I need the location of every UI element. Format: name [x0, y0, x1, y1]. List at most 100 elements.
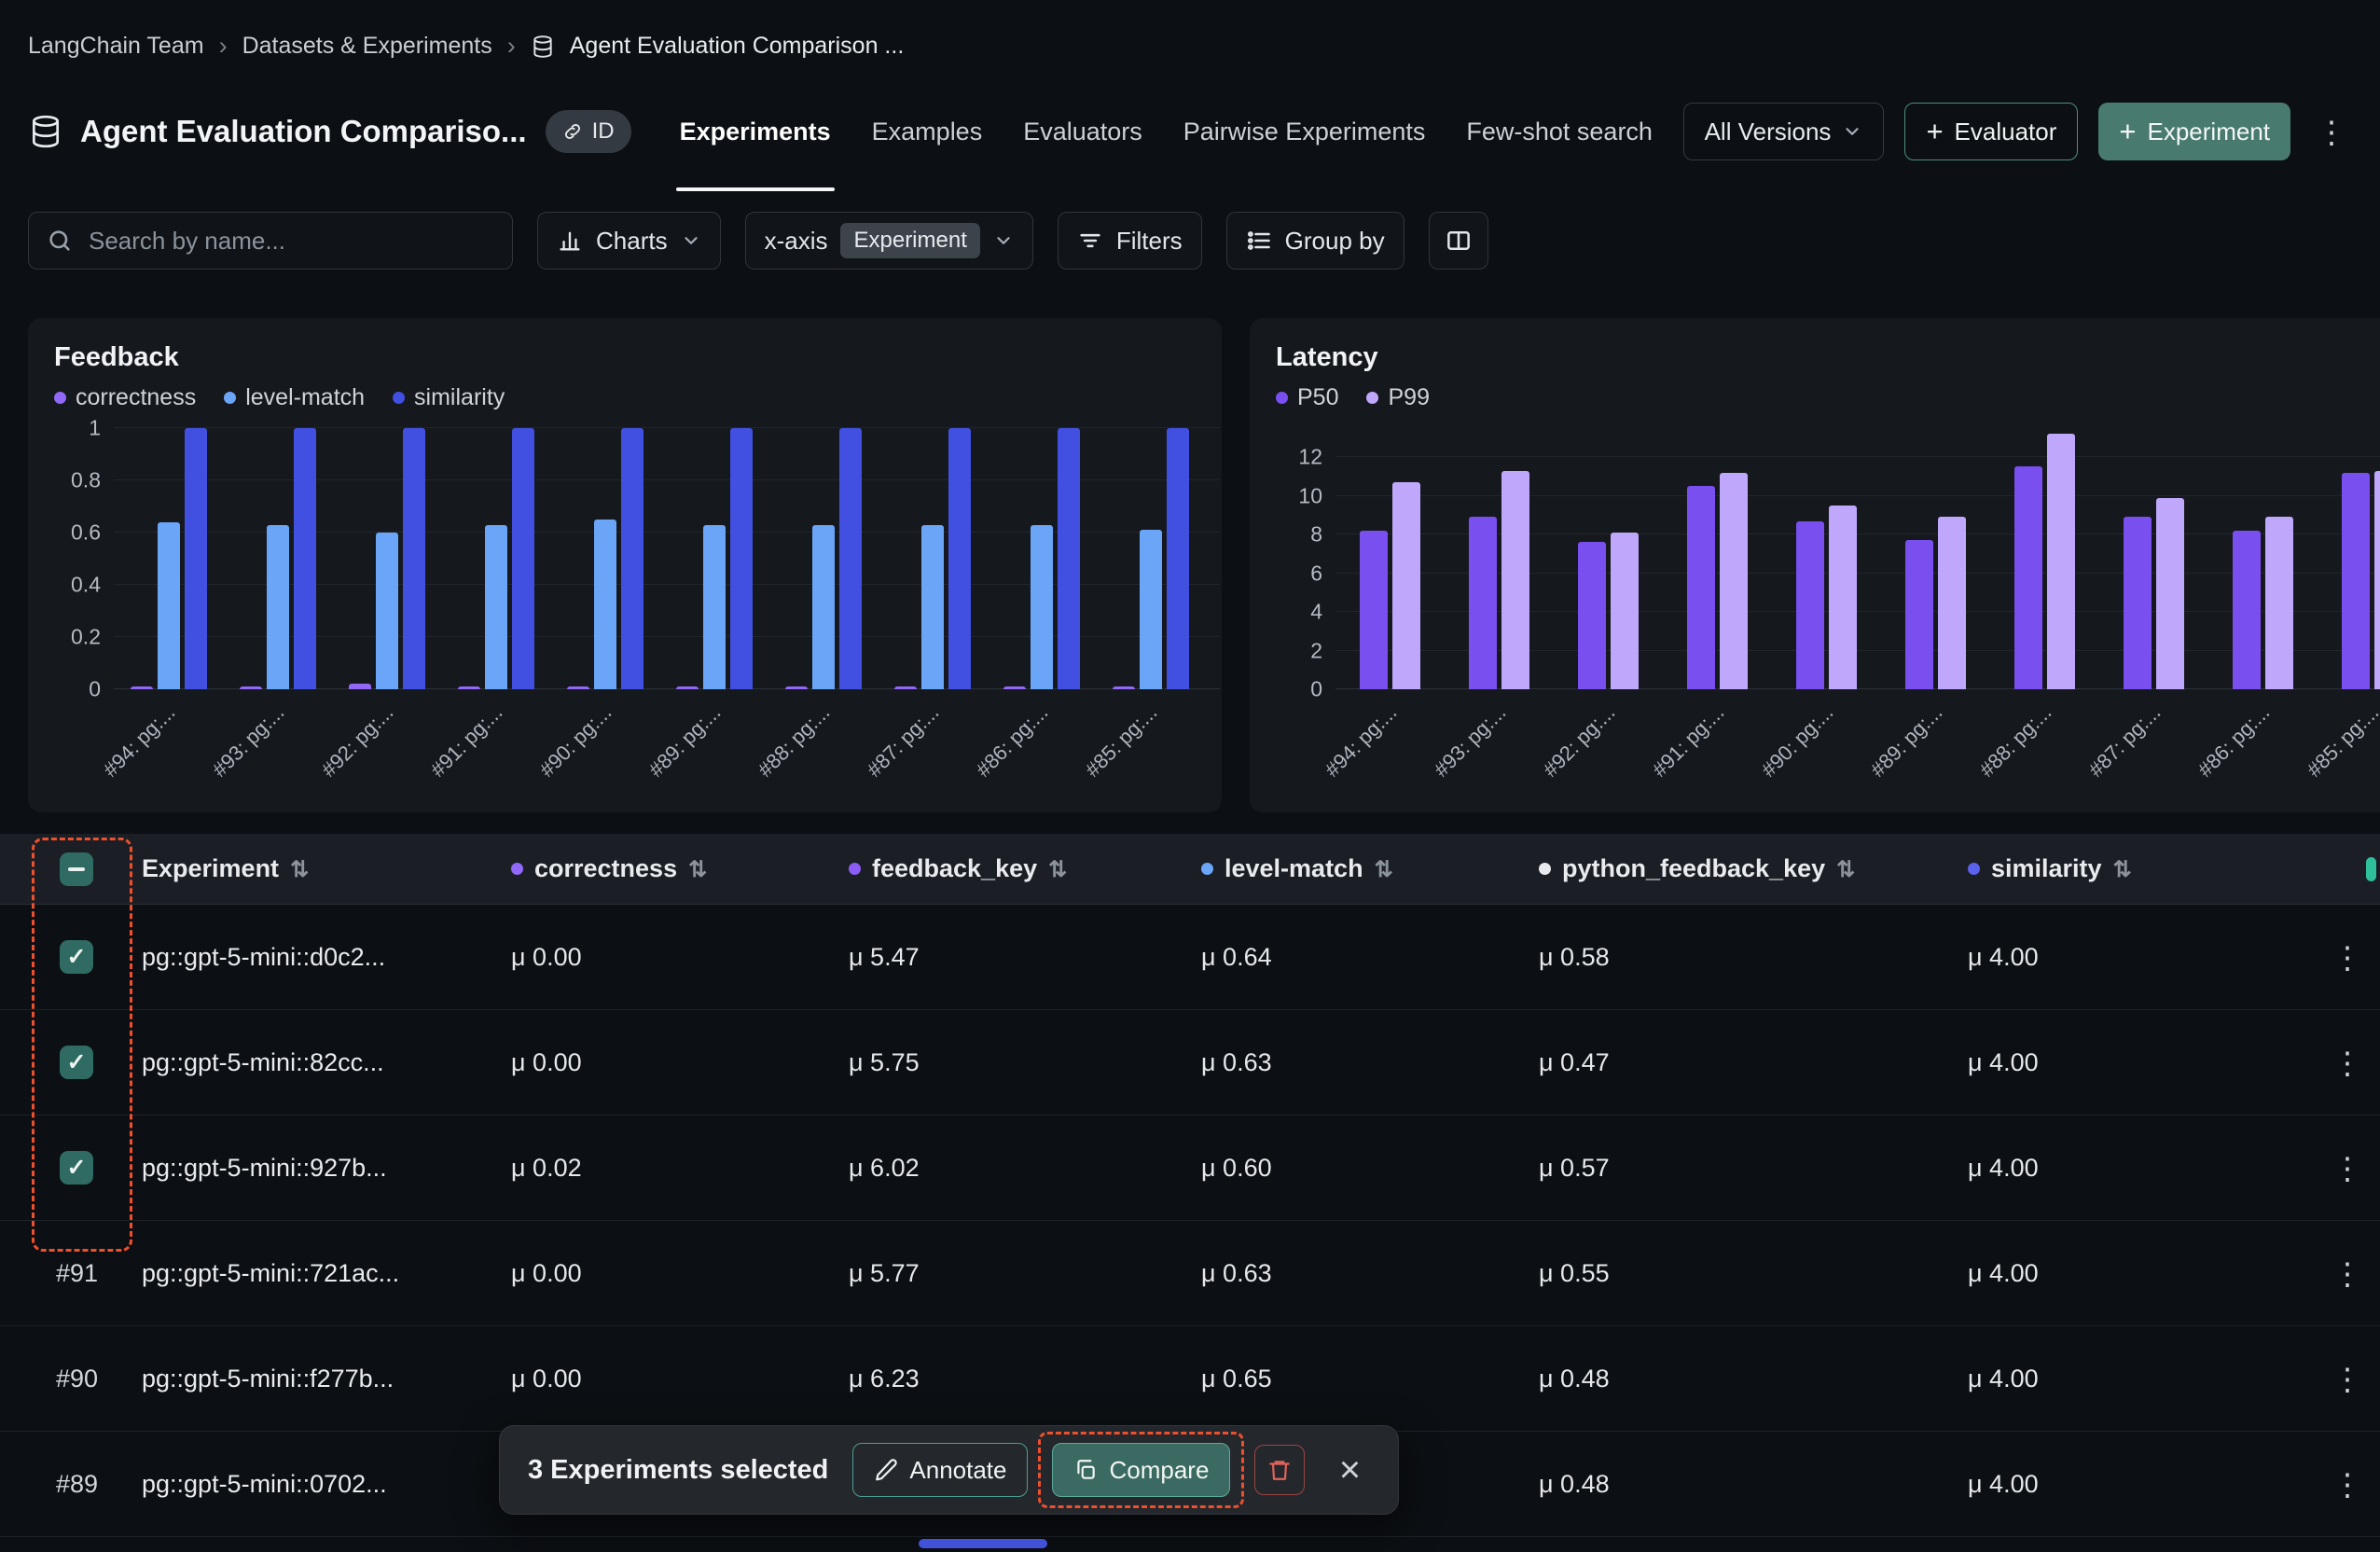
bar-group	[441, 428, 550, 689]
table-row[interactable]: #90 pg::gpt-5-mini::f277b... μ 0.00 μ 6.…	[0, 1326, 2380, 1432]
breadcrumb-separator	[219, 32, 228, 61]
bar-similarity	[621, 428, 643, 689]
filters-button[interactable]: Filters	[1058, 212, 1202, 270]
column-color-dot	[1539, 863, 1551, 875]
y-tick-label: 12	[1298, 445, 1322, 470]
row-menu-button[interactable]	[2315, 1150, 2380, 1186]
compare-icon	[1073, 1458, 1098, 1482]
experiment-name[interactable]: pg::gpt-5-mini::d0c2...	[142, 943, 511, 972]
bar-group	[1554, 428, 1663, 689]
bar-group	[2318, 428, 2380, 689]
search-icon	[47, 228, 73, 254]
toolbar: Charts x-axis Experiment Filters Group b…	[0, 212, 2380, 270]
close-selection-button[interactable]	[1329, 1445, 1370, 1495]
sort-icon[interactable]	[1836, 854, 1855, 883]
bar-similarity	[403, 428, 425, 689]
cell-similarity: μ 4.00	[1968, 1259, 2300, 1288]
pencil-icon	[874, 1458, 898, 1482]
column-header-experiment[interactable]: Experiment	[142, 854, 511, 883]
experiment-name[interactable]: pg::gpt-5-mini::927b...	[142, 1154, 511, 1183]
all-versions-dropdown[interactable]: All Versions	[1683, 103, 1885, 160]
cell-feedback-key: μ 5.77	[849, 1259, 1201, 1288]
delete-button[interactable]	[1254, 1445, 1305, 1495]
table-row[interactable]: pg::gpt-5-mini::d0c2... μ 0.00 μ 5.47 μ …	[0, 905, 2380, 1010]
column-header-feedback-key[interactable]: feedback_key	[849, 854, 1201, 883]
table-row[interactable]: #91 pg::gpt-5-mini::721ac... μ 0.00 μ 5.…	[0, 1221, 2380, 1326]
kebab-icon	[2332, 939, 2363, 976]
plus-icon	[2119, 117, 2136, 147]
column-color-dot	[1968, 863, 1980, 875]
charts-dropdown[interactable]: Charts	[537, 212, 721, 270]
row-checkbox[interactable]	[60, 1151, 93, 1185]
sort-icon[interactable]	[2113, 854, 2132, 883]
tab-experiments[interactable]: Experiments	[680, 98, 831, 165]
add-experiment-button[interactable]: Experiment	[2098, 103, 2290, 160]
column-header-correctness[interactable]: correctness	[511, 854, 849, 883]
tab-examples[interactable]: Examples	[872, 98, 983, 165]
sort-icon[interactable]	[290, 854, 309, 883]
bar-chart-icon	[557, 228, 583, 254]
bar-level-match	[158, 522, 180, 689]
y-tick-label: 2	[1310, 638, 1322, 663]
xaxis-dropdown[interactable]: x-axis Experiment	[745, 212, 1033, 270]
bar-group	[878, 428, 987, 689]
row-menu-button[interactable]	[2315, 1045, 2380, 1081]
horizontal-scrollbar[interactable]	[919, 1539, 1047, 1548]
column-header-similarity[interactable]: similarity	[1968, 854, 2300, 883]
bar-correctness	[349, 684, 371, 689]
columns-button[interactable]	[1429, 212, 1488, 270]
id-chip[interactable]: ID	[546, 110, 631, 153]
column-header-level-match[interactable]: level-match	[1201, 854, 1539, 883]
kebab-icon	[2332, 1045, 2363, 1081]
compare-button[interactable]: Compare	[1052, 1443, 1230, 1497]
bar-group	[1663, 428, 1772, 689]
tab-pairwise-experiments[interactable]: Pairwise Experiments	[1183, 98, 1426, 165]
bar-P50	[2233, 531, 2261, 689]
breadcrumb-datasets[interactable]: Datasets & Experiments	[242, 33, 492, 60]
chart-title: Latency	[1276, 342, 2373, 373]
column-header-python-feedback-key[interactable]: python_feedback_key	[1539, 854, 1968, 883]
row-menu-button[interactable]	[2315, 1466, 2380, 1503]
row-menu-button[interactable]	[2315, 939, 2380, 976]
breadcrumb-team[interactable]: LangChain Team	[28, 33, 204, 60]
kebab-icon	[2332, 1361, 2363, 1397]
select-all-checkbox[interactable]	[60, 852, 93, 886]
bar-level-match	[594, 520, 616, 689]
sort-icon[interactable]	[688, 854, 707, 883]
link-icon	[562, 121, 583, 142]
breadcrumb: LangChain Team Datasets & Experiments Ag…	[0, 0, 2380, 61]
chart-legend: P50P99	[1276, 384, 2373, 411]
row-menu-button[interactable]	[2315, 1255, 2380, 1292]
bar-P50	[1687, 486, 1715, 689]
row-menu-button[interactable]	[2315, 1361, 2380, 1397]
group-by-button[interactable]: Group by	[1226, 212, 1404, 270]
experiment-name[interactable]: pg::gpt-5-mini::0702...	[142, 1470, 511, 1499]
search-input[interactable]	[28, 212, 513, 270]
tab-evaluators[interactable]: Evaluators	[1023, 98, 1142, 165]
row-checkbox[interactable]	[60, 1046, 93, 1079]
chart-plot: 024681012	[1335, 428, 2373, 689]
bar-similarity	[185, 428, 207, 689]
y-tick-label: 0	[89, 677, 101, 702]
sort-icon[interactable]	[1375, 854, 1393, 883]
bar-P50	[2014, 466, 2042, 689]
experiment-name[interactable]: pg::gpt-5-mini::721ac...	[142, 1259, 511, 1288]
experiment-name[interactable]: pg::gpt-5-mini::82cc...	[142, 1048, 511, 1077]
bar-correctness	[240, 686, 262, 689]
sort-icon[interactable]	[1048, 854, 1067, 883]
row-checkbox[interactable]	[60, 940, 93, 974]
chart-plot: 00.20.40.60.81	[114, 428, 1196, 689]
bar-P99	[2156, 498, 2184, 689]
tab-few-shot-search[interactable]: Few-shot search	[1466, 98, 1653, 165]
table-row[interactable]: pg::gpt-5-mini::927b... μ 0.02 μ 6.02 μ …	[0, 1116, 2380, 1221]
next-column-dot	[2366, 857, 2376, 881]
experiment-name[interactable]: pg::gpt-5-mini::f277b...	[142, 1365, 511, 1393]
add-evaluator-button[interactable]: Evaluator	[1904, 103, 2078, 160]
y-tick-label: 0	[1310, 677, 1322, 702]
annotate-button[interactable]: Annotate	[852, 1443, 1028, 1497]
table-row[interactable]: pg::gpt-5-mini::82cc... μ 0.00 μ 5.75 μ …	[0, 1010, 2380, 1116]
kebab-icon	[2332, 1466, 2363, 1503]
bar-P99	[1720, 473, 1748, 689]
header-menu-button[interactable]	[2311, 103, 2352, 160]
y-tick-label: 0.2	[71, 625, 101, 650]
